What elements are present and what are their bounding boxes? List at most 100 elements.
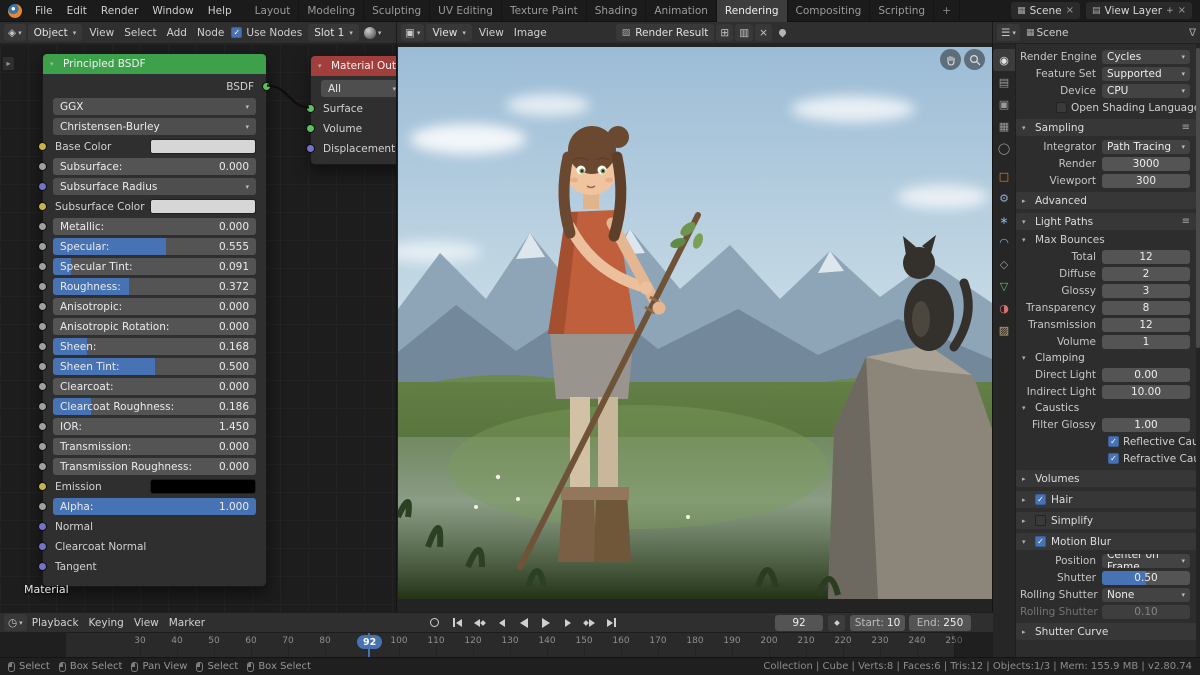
node-input-emission[interactable]: Emission (53, 478, 256, 495)
panel-menu-icon[interactable]: ≡ (1182, 122, 1190, 133)
editor-type-timeline-icon[interactable]: ◷▾ (4, 614, 27, 631)
properties-tab-world[interactable]: ◯ (993, 137, 1015, 159)
pan-view-button[interactable] (940, 49, 961, 70)
shader-socket[interactable] (306, 104, 315, 113)
prop-total[interactable]: Total12 (1020, 249, 1190, 264)
workspace-tab-compositing[interactable]: Compositing (788, 0, 871, 22)
panel-motion-blur[interactable]: ▾✓Motion Blur (1016, 533, 1196, 550)
jump-to-start-button[interactable] (448, 615, 467, 630)
node-input-ior[interactable]: IOR:1.450 (53, 418, 256, 435)
node-input-specular-tint[interactable]: Specular Tint:0.091 (53, 258, 256, 275)
frame-start-field[interactable]: Start:10 (850, 615, 905, 631)
shader-node-editor[interactable]: ▾ Material Out All▾SurfaceVolumeDisplace… (0, 44, 397, 612)
current-frame-indicator[interactable]: 92 (357, 635, 382, 649)
collapse-icon[interactable]: ▾ (50, 60, 58, 68)
properties-tab-object[interactable]: □ (993, 165, 1015, 187)
number-field[interactable]: 3000 (1102, 157, 1190, 171)
node-input-alpha[interactable]: Alpha:1.000 (53, 498, 256, 515)
workspace-tab-shading[interactable]: Shading (587, 0, 647, 22)
bsdf-output-row[interactable]: BSDF (53, 78, 256, 95)
node-input-subsurface[interactable]: Subsurface:0.000 (53, 158, 256, 175)
workspace-tab-animation[interactable]: Animation (646, 0, 717, 22)
properties-tab-render[interactable]: ◉ (993, 49, 1015, 71)
node-input-sheen-tint[interactable]: Sheen Tint:0.500 (53, 358, 256, 375)
slot-dropdown[interactable]: Slot 1▾ (308, 24, 359, 41)
number-field[interactable]: 2 (1102, 267, 1190, 281)
keying-set-button[interactable] (828, 615, 845, 631)
panel-hair[interactable]: ▸✓Hair (1016, 491, 1196, 508)
node-input-subsurface-color[interactable]: Subsurface Color (53, 198, 256, 215)
prop-feature-set[interactable]: Feature SetSupported▾ (1020, 66, 1190, 81)
vector-socket[interactable] (38, 182, 47, 191)
node-input-christensen-burley[interactable]: Christensen-Burley▾ (53, 118, 256, 135)
menu-help[interactable]: Help (201, 0, 239, 22)
add-view-layer-icon[interactable]: + (1166, 6, 1174, 16)
node-input-clearcoat-normal[interactable]: Clearcoat Normal (53, 538, 256, 555)
number-field[interactable]: 8 (1102, 301, 1190, 315)
workspace-tab-scripting[interactable]: Scripting (870, 0, 934, 22)
vector-socket[interactable] (38, 522, 47, 531)
prop-position[interactable]: PositionCenter on Frame▾ (1020, 553, 1190, 568)
current-frame-field[interactable]: 92 (775, 615, 823, 631)
timeline-ruler[interactable]: 3040506070801001101201301401501601701801… (0, 632, 993, 657)
pin-icon[interactable] (777, 28, 787, 38)
color-swatch[interactable] (150, 139, 256, 154)
prop-render-engine[interactable]: Render EngineCycles▾ (1020, 49, 1190, 64)
workspace-tab-rendering[interactable]: Rendering (717, 0, 788, 22)
prev-keyframe-button[interactable] (470, 615, 489, 630)
dropdown-field[interactable]: None▾ (1102, 588, 1190, 602)
menu-file[interactable]: File (28, 0, 60, 22)
vector-socket[interactable] (306, 144, 315, 153)
properties-tab-texture[interactable]: ▨ (993, 319, 1015, 341)
prop-diffuse[interactable]: Diffuse2 (1020, 266, 1190, 281)
gray-socket[interactable] (38, 162, 47, 171)
add-workspace-button[interactable]: + (934, 0, 960, 22)
workspace-tab-layout[interactable]: Layout (247, 0, 300, 22)
slider-field[interactable]: 0.50 (1102, 571, 1190, 585)
prop-shutter[interactable]: Shutter0.50 (1020, 570, 1190, 585)
vector-socket[interactable] (38, 562, 47, 571)
open-shading-language-checkbox[interactable] (1056, 102, 1067, 113)
open-image-button[interactable]: ▥ (735, 24, 753, 41)
node-menu-select[interactable]: Select (119, 22, 161, 44)
scene-unlink-icon[interactable]: × (1066, 5, 1074, 16)
dropdown-field[interactable]: Cycles▾ (1102, 50, 1190, 64)
node-input-subsurface-radius[interactable]: Subsurface Radius▾ (53, 178, 256, 195)
properties-tab-output[interactable]: ▤ (993, 71, 1015, 93)
number-field[interactable]: 0.00 (1102, 368, 1190, 382)
workspace-tab-sculpting[interactable]: Sculpting (364, 0, 430, 22)
material-preview-icon[interactable] (364, 27, 376, 39)
blender-menu-icon[interactable] (8, 4, 22, 18)
gray-socket[interactable] (38, 502, 47, 511)
gray-socket[interactable] (38, 282, 47, 291)
jump-to-end-button[interactable] (602, 615, 621, 630)
node-input-transmission[interactable]: Transmission:0.000 (53, 438, 256, 455)
shader-type-dropdown[interactable]: Object▾ (28, 24, 83, 41)
node-input-sheen[interactable]: Sheen:0.168 (53, 338, 256, 355)
number-field[interactable]: 300 (1102, 174, 1190, 188)
remove-view-layer-icon[interactable]: × (1178, 5, 1186, 16)
properties-tab-particles[interactable]: ∗ (993, 209, 1015, 231)
properties-tab-object-data[interactable]: ▽ (993, 275, 1015, 297)
prop-device[interactable]: DeviceCPU▾ (1020, 83, 1190, 98)
node-input-roughness[interactable]: Roughness:0.372 (53, 278, 256, 295)
properties-tab-material[interactable]: ◑ (993, 297, 1015, 319)
workspace-tab-texture-paint[interactable]: Texture Paint (502, 0, 587, 22)
timeline-menu-view[interactable]: View (129, 612, 164, 634)
image-menu-image[interactable]: Image (509, 22, 552, 44)
node-input-anisotropic[interactable]: Anisotropic:0.000 (53, 298, 256, 315)
prop-indirect-light[interactable]: Indirect Light10.00 (1020, 384, 1190, 399)
refractive-caustics-checkbox[interactable]: ✓ (1108, 453, 1119, 464)
material-output-node-header[interactable]: ▾ Material Out (311, 56, 397, 76)
prop-transparency[interactable]: Transparency8 (1020, 300, 1190, 315)
node-menu-add[interactable]: Add (162, 22, 192, 44)
prop-refractive-caustics[interactable]: ✓Refractive Caustics (1020, 451, 1190, 466)
toolbar-toggle[interactable]: ▸ (2, 56, 15, 71)
yellow-socket[interactable] (38, 202, 47, 211)
prop-transmission[interactable]: Transmission12 (1020, 317, 1190, 332)
node-input-transmission-roughness[interactable]: Transmission Roughness:0.000 (53, 458, 256, 475)
subpanel-caustics[interactable]: ▾Caustics (1022, 401, 1190, 415)
timeline-menu-marker[interactable]: Marker (164, 612, 210, 634)
menu-window[interactable]: Window (145, 0, 200, 22)
output-node-all[interactable]: All▾ (321, 80, 397, 97)
